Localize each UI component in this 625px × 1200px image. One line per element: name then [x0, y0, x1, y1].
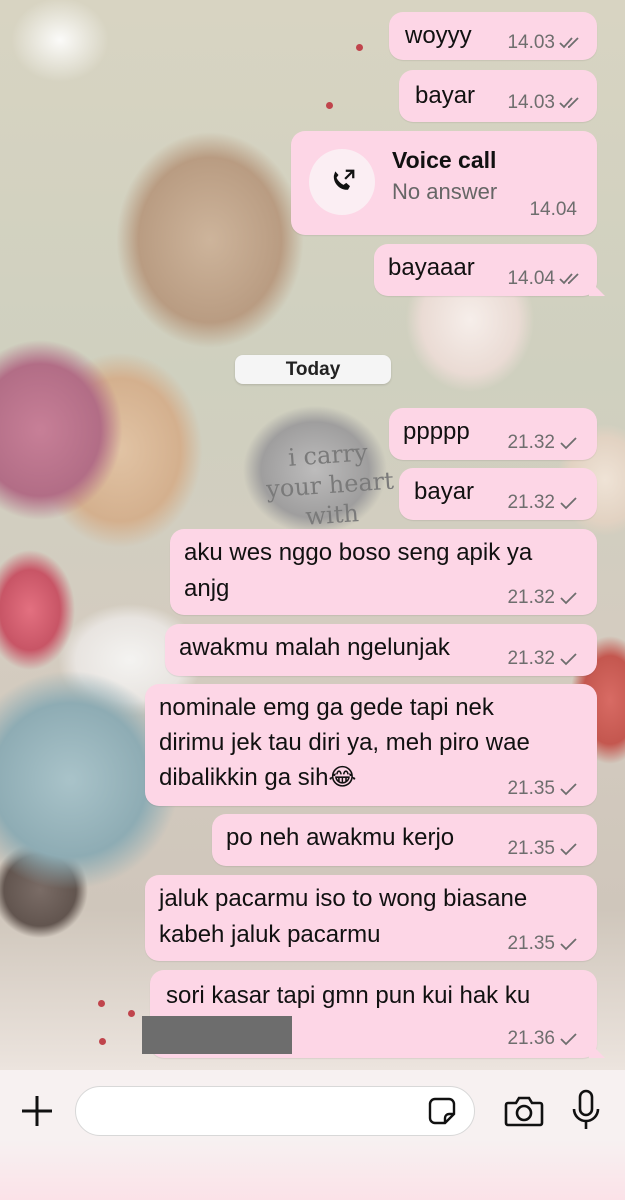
message-text: bayaaar — [388, 254, 475, 281]
outgoing-call-icon — [309, 149, 375, 215]
message-text: bayar — [414, 478, 475, 505]
message-bubble-outgoing[interactable]: woyyy 14.03 — [389, 12, 597, 60]
message-meta: 21.32 — [507, 492, 579, 514]
double-check-icon — [559, 272, 579, 286]
message-meta: 21.35 — [507, 778, 579, 800]
message-meta: 21.36 — [507, 1028, 579, 1050]
message-bubble-outgoing[interactable]: ppppp 21.32 — [389, 408, 597, 460]
wallpaper-dot — [326, 102, 333, 109]
message-meta: 21.32 — [507, 432, 579, 454]
message-time: 21.35 — [507, 933, 555, 954]
message-meta: 14.04 — [507, 268, 579, 290]
message-time: 14.04 — [529, 199, 577, 220]
wallpaper-dot — [128, 1010, 135, 1017]
message-time: 21.32 — [507, 492, 555, 513]
message-line: dirimu jek tau diri ya, meh piro wae — [159, 729, 530, 756]
wallpaper-dot — [98, 1000, 105, 1007]
single-check-icon — [559, 591, 579, 605]
message-time: 21.32 — [507, 587, 555, 608]
single-check-icon — [559, 782, 579, 796]
plus-icon[interactable] — [18, 1092, 56, 1130]
message-meta: 21.32 — [507, 587, 579, 609]
single-check-icon — [559, 496, 579, 510]
double-check-icon — [559, 96, 579, 110]
message-time: 14.03 — [507, 32, 555, 53]
message-text: awakmu malah ngelunjak — [179, 634, 450, 661]
message-line: jaluk pacarmu iso to wong biasane — [159, 885, 528, 912]
input-bar-glow — [0, 1140, 625, 1200]
voice-call-status: No answer — [392, 179, 498, 204]
microphone-icon[interactable] — [570, 1088, 602, 1134]
message-bubble-outgoing[interactable]: po neh awakmu kerjo 21.35 — [212, 814, 597, 866]
message-meta: 14.03 — [507, 32, 579, 54]
single-check-icon — [559, 937, 579, 951]
voice-call-title: Voice call — [392, 147, 497, 173]
message-line: nominale emg ga gede tapi nek — [159, 694, 494, 721]
message-text: nominale emg ga gede tapi nek dirimu jek… — [159, 690, 530, 795]
message-meta: 14.04 — [529, 199, 577, 221]
message-line: aku wes nggo boso seng apik ya — [184, 539, 533, 566]
message-bubble-outgoing[interactable]: bayaaar 14.04 — [374, 244, 597, 296]
message-line: dibalikkin ga sih😂 — [159, 764, 357, 791]
message-bubble-outgoing[interactable]: bayar 21.32 — [399, 468, 597, 520]
single-check-icon — [559, 652, 579, 666]
message-text: po neh awakmu kerjo — [226, 824, 455, 851]
message-meta: 14.03 — [507, 92, 579, 114]
redaction-block — [142, 1016, 292, 1054]
message-text: jaluk pacarmu iso to wong biasane kabeh … — [159, 881, 527, 953]
message-text: bayar — [415, 82, 476, 109]
message-bubble-outgoing[interactable]: aku wes nggo boso seng apik ya anjg 21.3… — [170, 529, 597, 615]
wallpaper-heart-sticker: i carry your heart with — [252, 435, 408, 535]
date-separator: Today — [235, 355, 391, 384]
single-check-icon — [559, 1032, 579, 1046]
message-time: 21.35 — [507, 838, 555, 859]
message-bubble-outgoing[interactable]: awakmu malah ngelunjak 21.32 — [165, 624, 597, 676]
double-check-icon — [559, 36, 579, 50]
message-time: 21.32 — [507, 648, 555, 669]
message-text: woyyy — [405, 22, 472, 49]
message-meta: 21.35 — [507, 838, 579, 860]
voice-call-bubble[interactable]: Voice call No answer 14.04 — [291, 131, 597, 235]
message-line: kabeh jaluk pacarmu — [159, 921, 381, 948]
message-input-bar — [0, 1070, 625, 1200]
sticker-icon[interactable] — [425, 1094, 459, 1128]
message-meta: 21.32 — [507, 648, 579, 670]
message-input[interactable] — [75, 1086, 475, 1136]
message-text: ppppp — [403, 418, 470, 445]
message-text: aku wes nggo boso seng apik ya anjg — [184, 535, 532, 607]
camera-icon[interactable] — [503, 1092, 545, 1130]
wallpaper-dot — [356, 44, 363, 51]
wallpaper-dot — [99, 1038, 106, 1045]
message-meta: 21.35 — [507, 933, 579, 955]
message-text: sori kasar tapi gmn pun kui hak ku — [166, 982, 531, 1009]
message-time: 14.04 — [507, 268, 555, 289]
single-check-icon — [559, 842, 579, 856]
message-time: 21.32 — [507, 432, 555, 453]
message-bubble-outgoing[interactable]: nominale emg ga gede tapi nek dirimu jek… — [145, 684, 597, 806]
message-line: anjg — [184, 575, 230, 602]
message-time: 14.03 — [507, 92, 555, 113]
message-bubble-outgoing[interactable]: bayar 14.03 — [399, 70, 597, 122]
message-time: 21.36 — [507, 1028, 555, 1049]
single-check-icon — [559, 436, 579, 450]
message-bubble-outgoing[interactable]: jaluk pacarmu iso to wong biasane kabeh … — [145, 875, 597, 961]
message-time: 21.35 — [507, 778, 555, 799]
